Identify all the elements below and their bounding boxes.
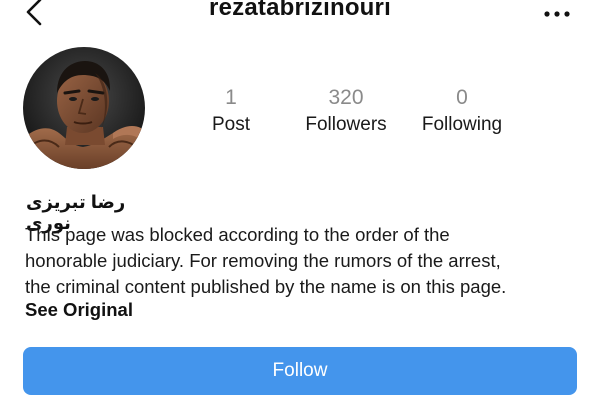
followers-count[interactable]: 320 Followers (296, 86, 396, 137)
more-horizontal-icon (544, 11, 570, 17)
avatar[interactable] (23, 47, 145, 169)
top-bar: rezatabrizinouri (0, 0, 600, 34)
profile-photo (23, 47, 145, 169)
following-count-label: Following (421, 114, 503, 135)
bio-line: This page was blocked according to the o… (25, 224, 450, 245)
profile-screen: rezatabrizinouri 1 Post 320 Followers 0 … (0, 0, 600, 400)
more-options-button[interactable] (542, 6, 572, 17)
following-count-value: 0 (456, 86, 468, 109)
followers-count-value: 320 (328, 86, 364, 109)
bio-line: the criminal content published by the na… (25, 276, 507, 297)
profile-username: rezatabrizinouri (209, 0, 391, 21)
following-count[interactable]: 0 Following (414, 86, 510, 137)
profile-bio: This page was blocked according to the o… (25, 222, 585, 300)
followers-count-label: Followers (305, 114, 387, 135)
posts-count[interactable]: 1 Post (196, 86, 266, 137)
posts-count-value: 1 (225, 86, 237, 109)
follow-button[interactable]: Follow (23, 347, 577, 395)
bio-line: honorable judiciary. For removing the ru… (25, 250, 501, 271)
see-original-link[interactable]: See Original (25, 299, 133, 321)
posts-count-label: Post (211, 114, 251, 135)
